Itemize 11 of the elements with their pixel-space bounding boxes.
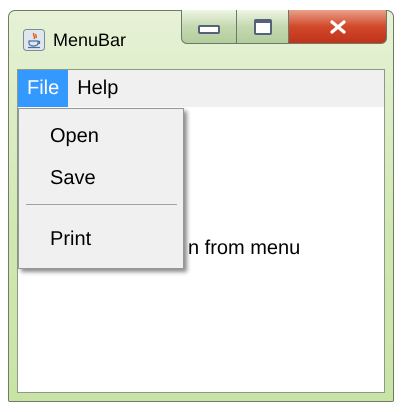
minimize-button[interactable] — [181, 10, 237, 44]
menu-item[interactable]: Help — [68, 70, 128, 107]
close-button[interactable] — [289, 10, 387, 44]
close-icon — [328, 20, 346, 34]
maximize-button[interactable] — [237, 10, 289, 44]
menu-option[interactable]: Print — [19, 218, 183, 260]
window-title: MenuBar — [53, 30, 126, 51]
status-label: n from menu — [188, 237, 300, 260]
menu-option[interactable]: Open — [19, 115, 183, 157]
app-icon — [23, 29, 45, 51]
menu-option[interactable]: Save — [19, 157, 183, 199]
